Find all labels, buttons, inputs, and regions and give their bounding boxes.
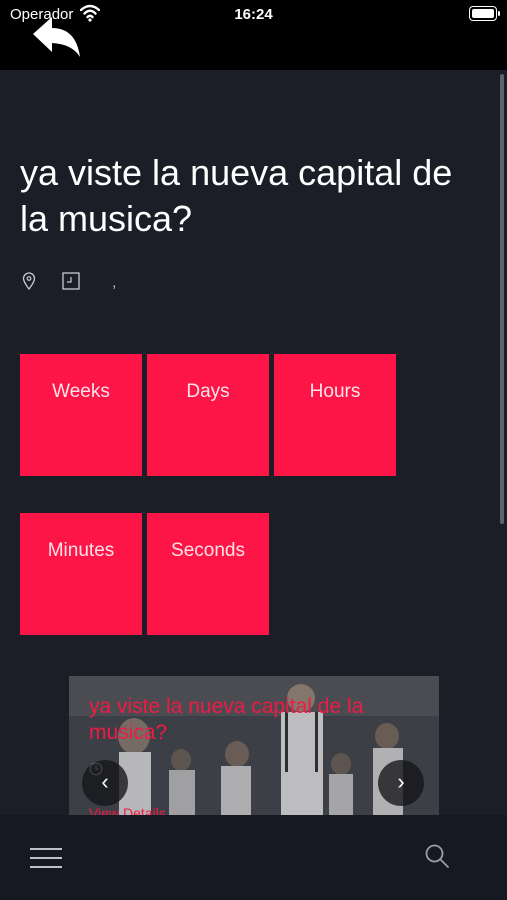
countdown-seconds: Seconds [147,513,269,635]
countdown-minutes: Minutes [20,513,142,635]
countdown-label: Weeks [52,381,110,402]
meta-separator: , [112,274,117,291]
featured-title[interactable]: ya viste la nueva capital de la musica? [89,694,429,746]
countdown-weeks: Weeks [20,354,142,476]
bottom-bar [0,815,507,900]
event-title: ya viste la nueva capital de la musica? [20,152,453,239]
event-meta: , [20,270,320,292]
countdown-label: Seconds [171,540,245,561]
back-arrow-icon[interactable] [30,14,84,60]
countdown-hours: Hours [274,354,396,476]
countdown-label: Days [186,381,230,402]
countdown-days: Days [147,354,269,476]
location-pin-icon [22,272,36,290]
search-icon[interactable] [424,843,450,869]
status-bar: Operador 16:24 [0,0,507,70]
battery-icon [469,6,500,21]
countdown-label: Minutes [47,540,115,561]
menu-icon[interactable] [30,848,62,870]
scrollbar[interactable] [500,74,504,524]
chevron-right-icon[interactable]: › [378,760,424,806]
chevron-left-icon[interactable]: ‹ [82,760,128,806]
countdown-label: Hours [309,381,361,402]
calendar-clock-icon [62,272,80,290]
